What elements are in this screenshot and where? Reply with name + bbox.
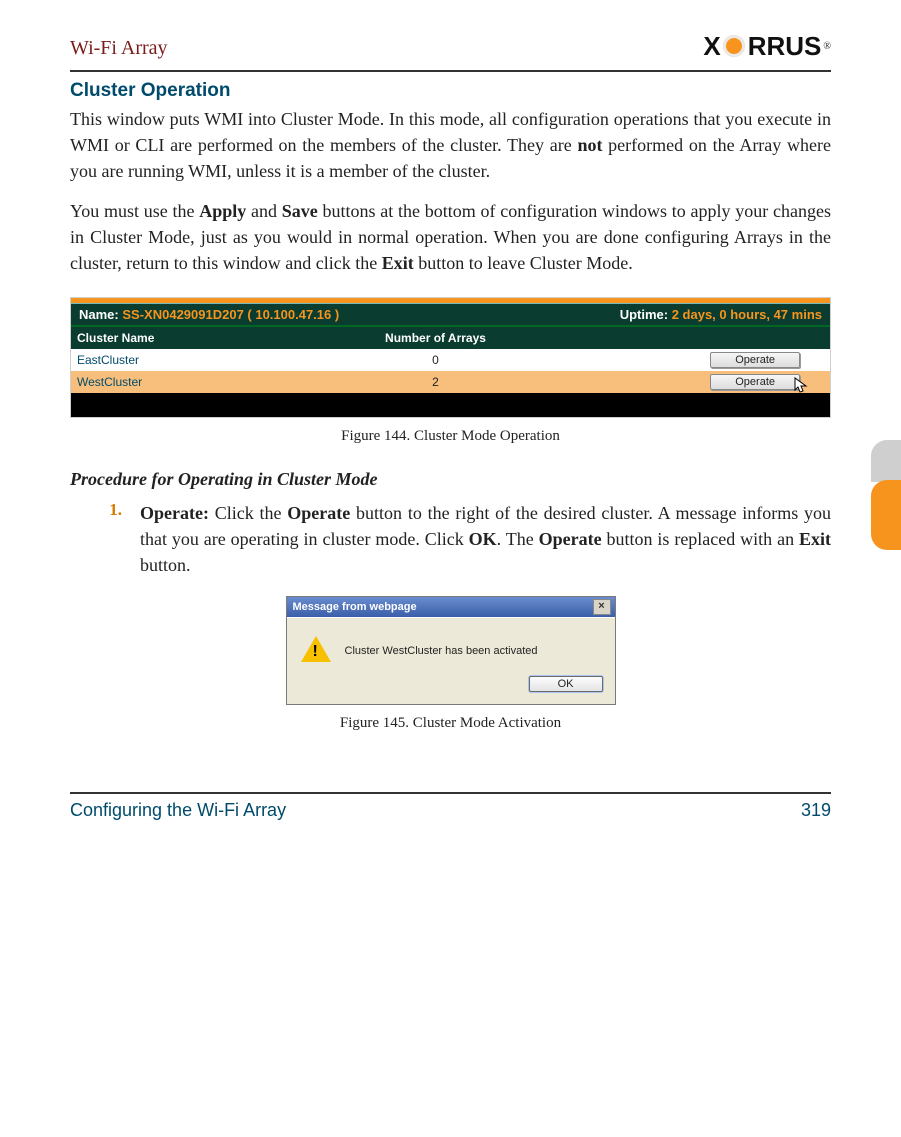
s1-ok: OK <box>469 529 497 549</box>
page-header: Wi-Fi Array X RRUS ® <box>70 32 831 66</box>
col-actions <box>670 326 830 349</box>
s1-operate-btn: Operate <box>287 503 350 523</box>
p2-c: and <box>246 201 282 221</box>
s1-b: Click the <box>209 503 287 523</box>
ok-button[interactable]: OK <box>529 676 603 692</box>
dialog-message: Cluster WestCluster has been activated <box>345 645 538 657</box>
name-value: SS-XN0429091D207 ( 10.100.47.16 ) <box>122 307 339 322</box>
operate-button[interactable]: Operate <box>710 352 800 368</box>
step-number: 1. <box>70 500 140 578</box>
cluster-name-cell: EastCluster <box>71 349 201 371</box>
header-rule <box>70 70 831 72</box>
figure-145-caption: Figure 145. Cluster Mode Activation <box>70 715 831 732</box>
figure-144-caption: Figure 144. Cluster Mode Operation <box>70 428 831 445</box>
footer-page-number: 319 <box>801 800 831 821</box>
procedure-heading: Procedure for Operating in Cluster Mode <box>70 469 831 490</box>
cluster-table: Cluster Name Number of Arrays EastCluste… <box>71 326 830 393</box>
figure-145-dialog: Message from webpage × Cluster WestClust… <box>286 596 616 705</box>
cluster-action-cell: Operate <box>670 371 830 393</box>
device-info-bar: Name: SS-XN0429091D207 ( 10.100.47.16 ) … <box>71 303 830 326</box>
warning-icon <box>301 636 331 666</box>
device-uptime: Uptime: 2 days, 0 hours, 47 mins <box>620 307 822 322</box>
s1-operate2: Operate <box>539 529 602 549</box>
cluster-count-cell: 0 <box>201 349 670 371</box>
uptime-value: 2 days, 0 hours, 47 mins <box>672 307 822 322</box>
p2-save: Save <box>282 201 318 221</box>
p2-exit: Exit <box>382 253 414 273</box>
side-tab-orange <box>871 480 901 550</box>
close-icon[interactable]: × <box>593 599 611 615</box>
s1-h: button is replaced with an <box>602 529 799 549</box>
p2-apply: Apply <box>199 201 246 221</box>
section-heading: Cluster Operation <box>70 80 831 102</box>
header-title: Wi-Fi Array <box>70 37 168 60</box>
p2-g: button to leave Cluster Mode. <box>414 253 633 273</box>
col-cluster-name: Cluster Name <box>71 326 201 349</box>
footer-section: Configuring the Wi-Fi Array <box>70 800 286 821</box>
s1-j: button. <box>140 555 191 575</box>
dialog-body: Cluster WestCluster has been activated <box>287 617 615 676</box>
cluster-name-cell: WestCluster <box>71 371 201 393</box>
logo-text: RRUS <box>748 31 822 62</box>
s1-exit: Exit <box>799 529 831 549</box>
table-header-row: Cluster Name Number of Arrays <box>71 326 830 349</box>
page-footer: Configuring the Wi-Fi Array 319 <box>70 794 831 821</box>
intro-paragraph-2: You must use the Apply and Save buttons … <box>70 198 831 276</box>
operate-button[interactable]: Operate <box>710 374 800 390</box>
step-text: Operate: Click the Operate button to the… <box>140 500 831 578</box>
dialog-title: Message from webpage <box>293 601 417 613</box>
procedure-step-1: 1. Operate: Click the Operate button to … <box>70 500 831 578</box>
logo-x-letter: X <box>703 31 719 62</box>
logo-dot-icon <box>723 35 745 57</box>
figure-144-cluster-table: Name: SS-XN0429091D207 ( 10.100.47.16 ) … <box>70 297 831 418</box>
s1-f: . The <box>497 529 539 549</box>
logo-registered: ® <box>823 41 831 52</box>
dialog-titlebar: Message from webpage × <box>287 597 615 617</box>
p2-a: You must use the <box>70 201 199 221</box>
dialog-button-row: OK <box>287 676 615 704</box>
device-name: Name: SS-XN0429091D207 ( 10.100.47.16 ) <box>79 307 339 322</box>
cluster-action-cell: Operate <box>670 349 830 371</box>
table-row: EastCluster 0 Operate <box>71 349 830 371</box>
step-operate-bold: Operate: <box>140 503 209 523</box>
figure-145-wrapper: Message from webpage × Cluster WestClust… <box>70 596 831 705</box>
side-tab-gray <box>871 440 901 482</box>
col-number-arrays: Number of Arrays <box>201 326 670 349</box>
table-bottom-bar <box>71 393 830 417</box>
uptime-label: Uptime: <box>620 307 668 322</box>
intro-paragraph-1: This window puts WMI into Cluster Mode. … <box>70 106 831 184</box>
p1-bold-not: not <box>577 135 602 155</box>
table-row: WestCluster 2 Operate <box>71 371 830 393</box>
cluster-count-cell: 2 <box>201 371 670 393</box>
brand-logo: X RRUS ® <box>703 32 831 60</box>
name-label: Name: <box>79 307 119 322</box>
